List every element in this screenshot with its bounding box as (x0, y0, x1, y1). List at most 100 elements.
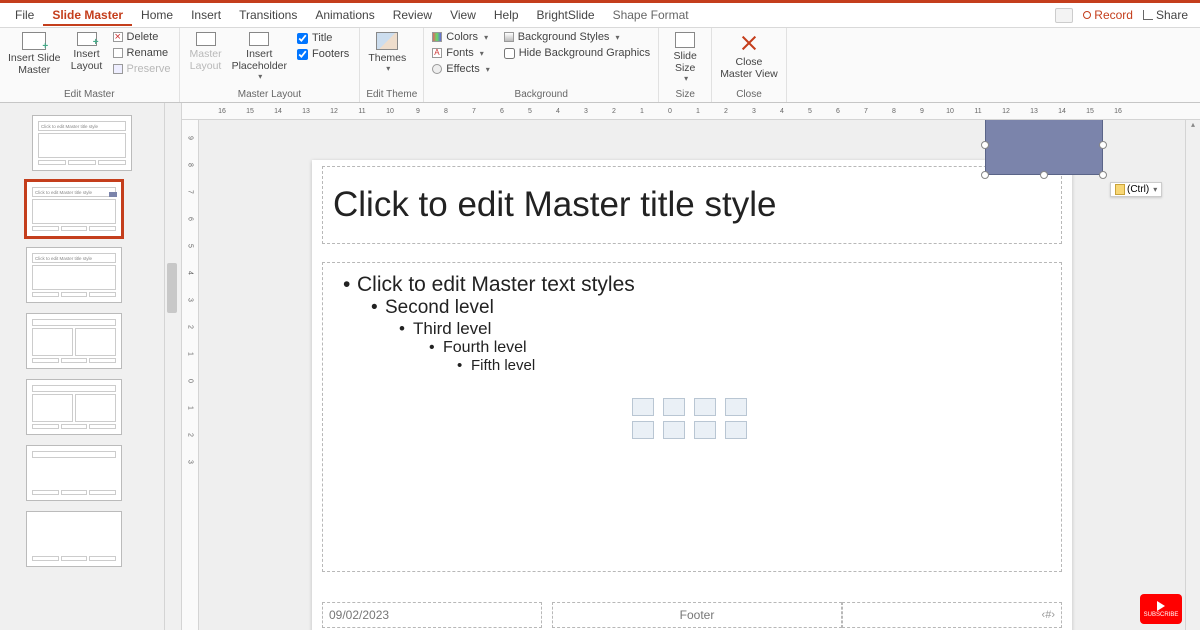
thumb-title (32, 319, 116, 326)
date-placeholder[interactable]: 09/02/2023 (322, 602, 542, 628)
thumb-layout-3[interactable] (26, 313, 122, 369)
tab-transitions[interactable]: Transitions (230, 4, 306, 26)
preserve-label: Preserve (127, 63, 171, 75)
group-master-layout: Master Layout Insert Placeholder▾ Title … (180, 28, 361, 102)
tab-review[interactable]: Review (384, 4, 441, 26)
horizontal-ruler[interactable]: 1615141312111098765432101234567891011121… (182, 103, 1200, 120)
title-checkbox[interactable]: Title (297, 32, 349, 44)
thumbnail-pane[interactable]: Click to edit Master title style Click t… (0, 103, 165, 630)
master-layout-label: Master Layout (190, 48, 222, 72)
bg-styles-button[interactable]: Background Styles▾ (502, 30, 652, 44)
resize-handle-sw[interactable] (981, 171, 989, 179)
insert-video-icon[interactable] (694, 421, 716, 439)
rename-button[interactable]: Rename (111, 46, 173, 60)
share-button[interactable]: Share (1143, 8, 1188, 22)
group-close: Close Master View Close (712, 28, 787, 102)
tab-animations[interactable]: Animations (306, 4, 383, 26)
resize-handle-s[interactable] (1040, 171, 1048, 179)
youtube-subscribe-badge[interactable]: SUBSCRIBE (1140, 594, 1182, 624)
chevron-down-icon: ▾ (1153, 185, 1157, 194)
insert-3d-icon[interactable] (725, 398, 747, 416)
tab-file[interactable]: File (6, 4, 43, 26)
delete-button[interactable]: Delete (111, 30, 173, 44)
group-label-edit-theme: Edit Theme (366, 88, 417, 102)
scroll-up-icon[interactable]: ▴ (1186, 120, 1200, 134)
tab-shape-format[interactable]: Shape Format (604, 4, 698, 26)
thumbnail-scrollbar[interactable] (165, 103, 182, 630)
body-level-3: Third level (395, 319, 1045, 339)
tab-insert[interactable]: Insert (182, 4, 230, 26)
group-size: Slide Size▾ Size (659, 28, 712, 102)
resize-handle-se[interactable] (1099, 171, 1107, 179)
thumb-body (32, 199, 116, 224)
record-label: Record (1094, 8, 1133, 22)
thumb-layout-5[interactable] (26, 445, 122, 501)
insert-smartart-icon[interactable] (694, 398, 716, 416)
thumb-layout-4[interactable] (26, 379, 122, 435)
thumb-title (32, 451, 116, 458)
thumb-slide-master[interactable]: Click to edit Master title style (32, 115, 132, 171)
paste-options-label: (Ctrl) (1127, 184, 1149, 195)
insert-picture-icon[interactable] (632, 421, 654, 439)
footer-placeholder[interactable]: Footer (552, 602, 842, 628)
thumb-layout-1[interactable]: Click to edit Master title style (26, 181, 122, 237)
tab-view[interactable]: View (441, 4, 485, 26)
title-placeholder[interactable]: Click to edit Master title style (322, 166, 1062, 244)
insert-table-icon[interactable] (632, 398, 654, 416)
slide-number-placeholder[interactable]: ‹#› (842, 602, 1062, 628)
record-button[interactable]: Record (1083, 8, 1133, 22)
close-master-view-button[interactable]: Close Master View (718, 30, 780, 82)
insert-slide-master-button[interactable]: +Insert Slide Master (6, 30, 63, 78)
slide-size-button[interactable]: Slide Size▾ (665, 30, 705, 85)
delete-label: Delete (127, 31, 159, 43)
colors-label: Colors (446, 31, 478, 43)
content-insert-icons[interactable] (632, 398, 751, 439)
selected-shape[interactable] (985, 120, 1103, 175)
editor-scrollbar[interactable]: ▴ (1185, 120, 1200, 630)
slide[interactable]: Click to edit Master title style Click t… (312, 160, 1072, 630)
slide-canvas[interactable]: Click to edit Master title style Click t… (182, 120, 1200, 630)
chevron-down-icon: ▾ (684, 74, 688, 83)
colors-button[interactable]: Colors▾ (430, 30, 491, 44)
fonts-label: Fonts (446, 47, 474, 59)
share-icon (1143, 10, 1153, 20)
thumb-title: Click to edit Master title style (32, 187, 116, 197)
chevron-down-icon: ▾ (486, 65, 490, 74)
thumb-layout-6[interactable] (26, 511, 122, 567)
bg-styles-label: Background Styles (518, 31, 610, 43)
chevron-down-icon: ▾ (480, 49, 484, 58)
record-icon (1083, 11, 1091, 19)
footers-checkbox[interactable]: Footers (297, 48, 349, 60)
effects-button[interactable]: Effects▾ (430, 62, 491, 76)
master-layout-button[interactable]: Master Layout (186, 30, 226, 74)
rename-icon (113, 48, 123, 58)
thumb-shape-indicator (109, 192, 117, 197)
colors-icon (432, 32, 442, 42)
insert-icon-icon[interactable] (725, 421, 747, 439)
tab-brightslide[interactable]: BrightSlide (528, 4, 604, 26)
scrollbar-thumb[interactable] (167, 263, 177, 313)
themes-button[interactable]: Themes▾ (366, 30, 408, 75)
paste-options-button[interactable]: (Ctrl) ▾ (1110, 182, 1162, 197)
preserve-button[interactable]: Preserve (111, 62, 173, 76)
thumb-layout-2[interactable]: Click to edit Master title style (26, 247, 122, 303)
body-level-1: Click to edit Master text styles (339, 273, 1045, 297)
rename-label: Rename (127, 47, 169, 59)
insert-layout-button[interactable]: +Insert Layout (67, 30, 107, 74)
insert-placeholder-button[interactable]: Insert Placeholder▾ (230, 30, 289, 83)
fonts-button[interactable]: Fonts ▾ (430, 46, 491, 60)
resize-handle-w[interactable] (981, 141, 989, 149)
insert-chart-icon[interactable] (663, 398, 685, 416)
tab-help[interactable]: Help (485, 4, 528, 26)
resize-handle-e[interactable] (1099, 141, 1107, 149)
bg-styles-icon (504, 32, 514, 42)
tab-slide-master[interactable]: Slide Master (43, 4, 132, 26)
insert-online-picture-icon[interactable] (663, 421, 685, 439)
chevron-down-icon: ▾ (258, 72, 262, 81)
ribbon-display-button[interactable] (1055, 8, 1073, 23)
hide-bg-checkbox[interactable]: Hide Background Graphics (502, 46, 652, 60)
workspace: Click to edit Master title style Click t… (0, 103, 1200, 630)
tab-home[interactable]: Home (132, 4, 182, 26)
rectangle-shape[interactable] (985, 120, 1103, 175)
thumb-body (38, 133, 126, 158)
